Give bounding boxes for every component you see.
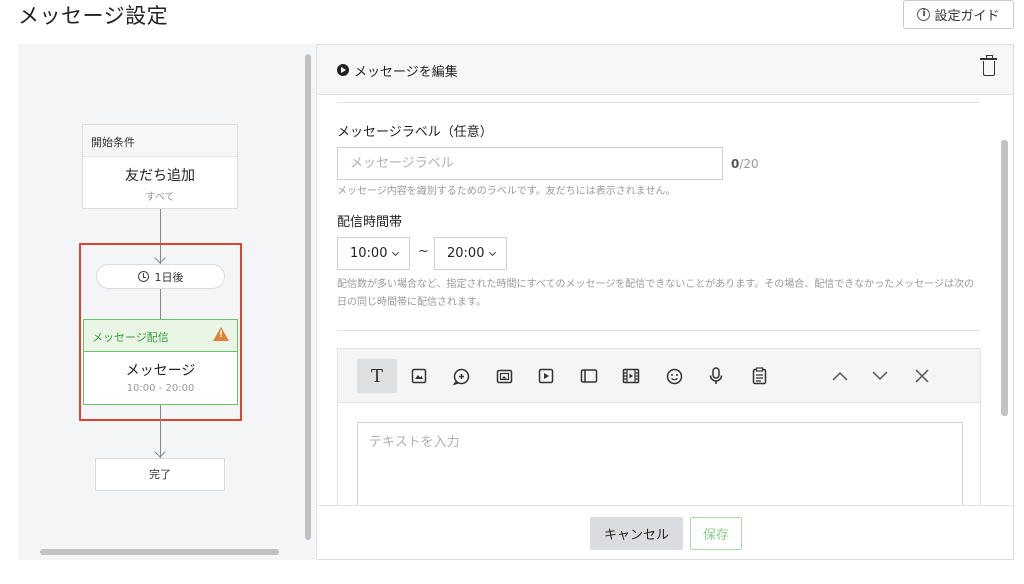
remove-block-button[interactable] <box>902 359 942 393</box>
chevron-down-icon <box>489 248 497 256</box>
setup-guide-label: 設定ガイド <box>934 9 1000 24</box>
start-node-subtitle: すべて <box>145 192 175 203</box>
divider <box>337 102 980 103</box>
microphone-icon <box>709 367 723 384</box>
message-node[interactable]: メッセージ配信 ! メッセージ 10:00 - 20:00 <box>83 319 238 405</box>
text-tool-button[interactable]: T <box>357 359 397 393</box>
message-label-title: メッセージラベル（任意） <box>337 125 493 140</box>
image-icon <box>411 368 427 384</box>
move-down-button[interactable] <box>860 359 900 393</box>
message-node-header-label: メッセージ配信 <box>92 331 169 344</box>
delivery-time-help: 配信数が多い場合など、指定された時間にすべてのメッセージを配信できないことがあり… <box>337 279 975 308</box>
delivery-time-title: 配信時間帯 <box>337 215 403 230</box>
move-up-button[interactable] <box>820 359 860 393</box>
image-map-tool-button[interactable] <box>484 359 524 393</box>
save-button[interactable]: 保存 <box>690 517 742 550</box>
editor-title: メッセージを編集 <box>354 65 458 80</box>
message-label-input[interactable] <box>337 147 723 180</box>
trash-icon[interactable] <box>980 55 997 76</box>
end-time-value: 20:00 <box>447 246 485 261</box>
start-node-title: 友だち追加 <box>125 168 195 184</box>
end-time-select[interactable]: 20:00 <box>434 237 507 270</box>
divider <box>337 330 980 331</box>
cancel-button[interactable]: キャンセル <box>590 517 683 550</box>
message-type-toolbar: T <box>337 348 981 402</box>
image-tool-button[interactable] <box>399 359 439 393</box>
text-block <box>337 402 981 512</box>
page-title: メッセージ設定 <box>18 4 169 28</box>
text-icon: T <box>370 365 383 387</box>
smile-icon <box>666 368 682 384</box>
message-text-input[interactable] <box>357 422 963 512</box>
chevron-down-icon <box>392 248 400 256</box>
char-counter: 0/20 <box>731 157 759 171</box>
video-tool-button[interactable] <box>526 359 566 393</box>
chevron-up-icon <box>832 371 848 381</box>
card-icon <box>580 369 598 383</box>
video-icon <box>538 368 554 384</box>
time-separator: ~ <box>418 244 429 259</box>
message-label-help: メッセージ内容を識別するためのラベルです。友だちには表示されません。 <box>337 186 676 197</box>
flow-horizontal-scrollbar[interactable] <box>40 549 279 555</box>
start-condition-node[interactable]: 開始条件 友だち追加 すべて <box>82 124 238 209</box>
message-node-header: メッセージ配信 ! <box>84 320 237 352</box>
editor-footer: キャンセル 保存 <box>317 505 1013 559</box>
play-icon <box>337 64 349 76</box>
setup-guide-button[interactable]: i 設定ガイド <box>903 0 1014 29</box>
char-count-max: /20 <box>739 157 759 171</box>
emoji-tool-button[interactable] <box>654 359 694 393</box>
image-map-icon <box>496 369 512 383</box>
start-node-header: 開始条件 <box>83 125 237 157</box>
voice-tool-button[interactable] <box>696 359 736 393</box>
editor-vertical-scrollbar[interactable] <box>1001 140 1008 416</box>
chevron-down-icon <box>872 371 888 381</box>
flow-vertical-scrollbar[interactable] <box>305 54 311 540</box>
card-tool-button[interactable] <box>569 359 609 393</box>
start-time-select[interactable]: 10:00 <box>337 237 410 270</box>
end-node[interactable]: 完了 <box>95 458 225 491</box>
rich-video-tool-button[interactable] <box>611 359 651 393</box>
info-icon: i <box>917 8 931 21</box>
clipboard-icon <box>752 367 766 385</box>
start-time-value: 10:00 <box>350 246 388 261</box>
sticker-icon <box>452 368 469 385</box>
editor-header: メッセージを編集 <box>317 45 1013 95</box>
survey-tool-button[interactable] <box>739 359 779 393</box>
warning-mark: ! <box>218 330 223 340</box>
sticker-tool-button[interactable] <box>441 359 481 393</box>
message-editor-panel: メッセージを編集 メッセージラベル（任意） 0/20 メッセージ内容を識別するた… <box>316 44 1014 560</box>
message-node-title: メッセージ <box>125 363 196 379</box>
close-icon <box>915 369 929 383</box>
message-node-time: 10:00 - 20:00 <box>126 383 195 394</box>
film-icon <box>622 368 640 384</box>
